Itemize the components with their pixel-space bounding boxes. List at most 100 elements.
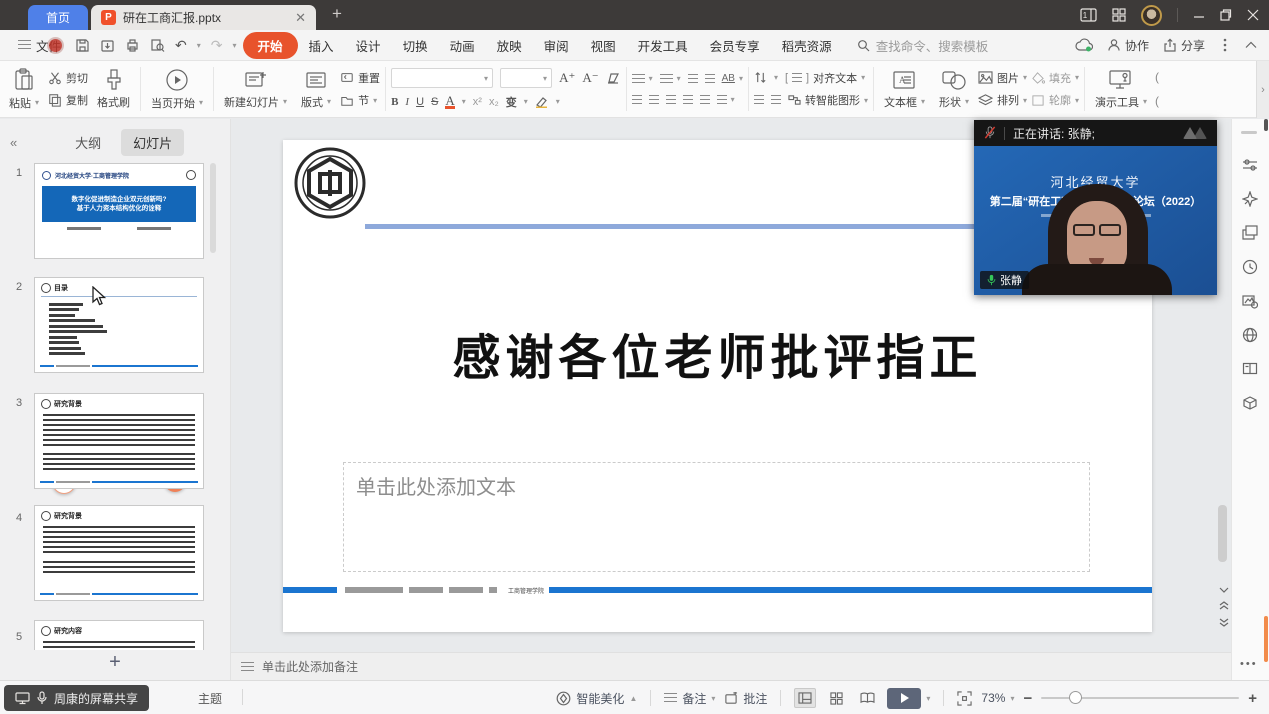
slide-thumbnail-5[interactable]: 研究内容 [34, 620, 204, 650]
restore-button[interactable] [1220, 9, 1232, 21]
slide-thumbnail-1[interactable]: 河北经贸大学·工商管理学院 数字化促进制造企业双元创新吗?基于人力资本结构优化的… [34, 163, 204, 259]
comments-button[interactable]: 批注 [724, 690, 767, 707]
arrange-button[interactable]: 排列▾ [978, 92, 1027, 108]
line-spacing-button[interactable]: ▾ [717, 95, 735, 105]
text-effect-button[interactable]: 变 [506, 94, 517, 110]
slide-thumbnail-2[interactable]: 目录 [34, 277, 204, 373]
menu-tab-view[interactable]: 视图 [580, 36, 627, 55]
align-center-button[interactable] [649, 95, 659, 105]
template-box-icon[interactable] [1242, 395, 1258, 411]
bullet-list-button[interactable]: ▾ [632, 74, 653, 84]
decrease-font-button[interactable]: A⁻ [582, 70, 598, 86]
undo-icon[interactable]: ↶ [175, 37, 187, 54]
close-button[interactable] [1247, 9, 1259, 21]
command-search[interactable]: 查找命令、搜索模板 [857, 36, 989, 55]
sidebar-more-icon[interactable]: ••• [1240, 658, 1258, 670]
animation-star-icon[interactable] [1242, 191, 1258, 207]
font-color-button[interactable]: A [445, 95, 454, 109]
font-family-select[interactable]: ▾ [391, 68, 493, 88]
zoom-level-button[interactable]: 73%▾ [981, 691, 1014, 705]
menu-tab-docer[interactable]: 稻壳资源 [771, 36, 843, 55]
collapse-panel-icon[interactable]: « [10, 135, 17, 150]
subscript-button[interactable]: x₂ [489, 96, 499, 108]
menu-tab-member[interactable]: 会员专享 [699, 36, 771, 55]
print-preview-icon[interactable] [150, 38, 165, 53]
font-size-select[interactable]: ▾ [500, 68, 552, 88]
present-tools-button[interactable]: 演示工具▾ [1088, 61, 1154, 117]
distribute-button[interactable] [700, 95, 710, 105]
speaker-video[interactable]: 河北经贸大学 第二届“研在工商”研究生学术论坛（2022） 张静 [974, 146, 1217, 295]
account-avatar[interactable] [1141, 5, 1162, 26]
underline-button[interactable]: U [416, 96, 424, 108]
cloud-sync-icon[interactable] [1075, 38, 1093, 52]
menu-tab-slideshow[interactable]: 放映 [486, 36, 533, 55]
quickbar-caret-icon[interactable]: ▾ [233, 41, 237, 50]
meeting-video-overlay[interactable]: 正在讲话: 张静; 河北经贸大学 第二届“研在工商”研究生学术论坛（2022） … [974, 120, 1217, 295]
share-button[interactable]: 分享 [1163, 37, 1205, 54]
canvas-scrollbar[interactable] [1218, 505, 1227, 562]
clear-format-icon[interactable] [606, 72, 621, 84]
slide-thumbnail-3[interactable]: 研究背景 [34, 393, 204, 489]
tab-outline[interactable]: 大纲 [63, 129, 113, 156]
scroll-down-icon[interactable] [1219, 587, 1229, 593]
properties-sliders-icon[interactable] [1242, 157, 1258, 173]
menu-tab-animation[interactable]: 动画 [439, 36, 486, 55]
align-left-button[interactable] [632, 95, 642, 105]
increase-font-button[interactable]: A⁺ [559, 70, 575, 86]
previous-slide-icon[interactable] [1219, 601, 1229, 610]
split-window-icon[interactable]: 1 [1080, 8, 1097, 22]
slide-thumbnail-4[interactable]: 研究背景 [34, 505, 204, 601]
export-icon[interactable] [100, 38, 115, 53]
slide-copy-icon[interactable] [1242, 225, 1258, 241]
collaborate-button[interactable]: 协作 [1107, 37, 1149, 54]
notes-bar[interactable]: 单击此处添加备注 [231, 652, 1232, 680]
convert-smartart-button[interactable]: 转智能图形▾ [788, 92, 868, 108]
play-from-current-button[interactable]: 当页开始▾ [144, 61, 210, 117]
text-direction-icon[interactable] [754, 71, 767, 84]
align-right-button[interactable] [666, 95, 676, 105]
format-painter-button[interactable]: 格式刷 [90, 61, 137, 117]
cut-button[interactable]: 剪切 [48, 70, 88, 86]
decrease-indent-button[interactable] [688, 74, 698, 84]
next-slide-icon[interactable] [1219, 618, 1229, 627]
notes-button[interactable]: 备注▾ [664, 690, 715, 707]
minimize-button[interactable] [1193, 9, 1205, 21]
zoom-slider-thumb[interactable] [1069, 691, 1082, 704]
strikethrough-button[interactable]: S [431, 96, 438, 108]
justify-button[interactable] [683, 95, 693, 105]
print-icon[interactable] [125, 38, 140, 53]
edge-scrollbar-top[interactable] [1264, 119, 1268, 131]
zoom-slider[interactable] [1041, 697, 1239, 699]
layout-button[interactable]: 版式▾ [294, 61, 338, 117]
menu-tab-devtools[interactable]: 开发工具 [627, 36, 699, 55]
new-slide-button[interactable]: 新建幻灯片▾ [217, 61, 294, 117]
numbered-list-button[interactable]: ▾ [660, 74, 681, 84]
slide-body-placeholder[interactable]: 单击此处添加文本 [343, 462, 1090, 572]
increase-indent-button[interactable] [705, 74, 715, 84]
menu-tab-design[interactable]: 设计 [345, 36, 392, 55]
save-icon[interactable] [75, 38, 90, 53]
bold-button[interactable]: B [391, 96, 398, 108]
picture-button[interactable]: 图片▾ [978, 70, 1027, 86]
theme-button[interactable]: 主题 [198, 690, 222, 707]
more-menu-icon[interactable] [1219, 37, 1231, 53]
fit-slide-icon[interactable] [957, 691, 972, 706]
collapse-ribbon-icon[interactable] [1245, 41, 1257, 49]
screen-share-pill[interactable]: 周康的屏幕共享 [4, 685, 149, 711]
edge-scrollbar-thumb[interactable] [1264, 616, 1268, 662]
section-button[interactable]: 节▾ [340, 92, 380, 108]
menu-tab-home[interactable]: 开始 [243, 32, 298, 59]
reading-book-icon[interactable] [1242, 361, 1258, 377]
resource-globe-icon[interactable] [1242, 327, 1258, 343]
tab-home[interactable]: 首页 [28, 5, 88, 30]
outline-button[interactable]: 轮廓▾ [1031, 92, 1079, 108]
toolbar-expand-button[interactable]: › [1256, 61, 1269, 118]
export-image-icon[interactable] [1242, 293, 1258, 309]
apps-grid-icon[interactable] [1112, 8, 1126, 22]
new-tab-button[interactable]: + [332, 4, 342, 24]
undo-caret-icon[interactable]: ▾ [197, 41, 201, 50]
menu-tab-review[interactable]: 审阅 [533, 36, 580, 55]
copy-button[interactable]: 复制 [48, 92, 88, 108]
tab-slides[interactable]: 幻灯片 [121, 129, 184, 156]
char-spacing-button[interactable]: AB▾ [722, 73, 743, 84]
